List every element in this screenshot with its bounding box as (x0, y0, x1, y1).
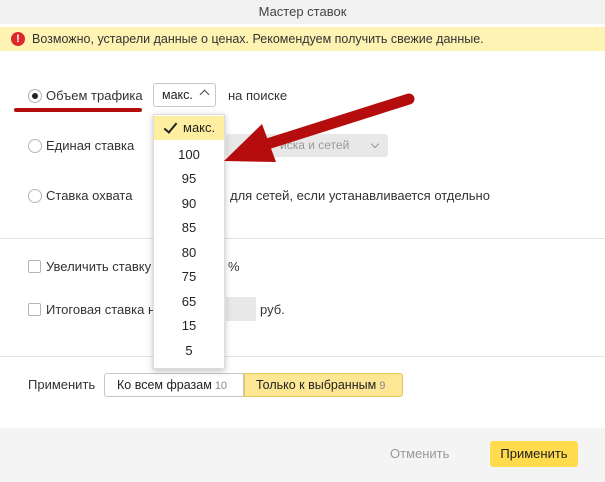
section-divider (0, 356, 605, 357)
traffic-select[interactable]: макс. (153, 83, 216, 107)
section-divider (0, 238, 605, 239)
apply-all-phrases-button[interactable]: Ко всем фразам 10 (104, 373, 244, 397)
stale-data-warning: ! Возможно, устарели данные о ценах. Рек… (0, 27, 605, 51)
single-bid-label[interactable]: Единая ставка (46, 138, 134, 153)
window-title: Мастер ставок (0, 0, 605, 24)
chevron-down-icon (370, 139, 380, 149)
apply-all-count: 10 (214, 380, 228, 392)
apply-all-label: Ко всем фразам (117, 378, 212, 392)
apply-selected-label: Только к выбранным (256, 378, 377, 392)
warning-text: Возможно, устарели данные о ценах. Реком… (32, 32, 484, 46)
total-unit: руб. (260, 302, 285, 317)
single-bid-radio[interactable] (28, 139, 42, 153)
apply-selected-button[interactable]: Только к выбранным 9 (244, 373, 403, 397)
dropdown-option[interactable]: 75 (154, 265, 224, 289)
dropdown-option[interactable]: 65 (154, 290, 224, 314)
coverage-bid-label[interactable]: Ставка охвата (46, 188, 132, 203)
total-input[interactable] (226, 297, 256, 321)
single-bid-scope-value: иска и сетей (280, 138, 350, 152)
traffic-suffix: на поиске (228, 88, 288, 103)
traffic-radio[interactable] (28, 89, 42, 103)
annotation-underline (14, 108, 142, 112)
single-bid-scope-select[interactable]: иска и сетей (226, 134, 388, 157)
exclamation-icon: ! (11, 32, 25, 46)
dropdown-option[interactable]: 100 (154, 143, 224, 167)
apply-button[interactable]: Применить (490, 441, 578, 467)
dropdown-option[interactable]: 5 (154, 339, 224, 363)
coverage-bid-suffix: для сетей, если устанавливается отдельно (230, 188, 490, 203)
cancel-button[interactable]: Отменить (390, 446, 449, 461)
total-checkbox[interactable] (28, 303, 41, 316)
dropdown-option[interactable]: 85 (154, 216, 224, 240)
dropdown-option[interactable]: 90 (154, 192, 224, 216)
apply-to-label: Применить (28, 377, 96, 392)
dropdown-option[interactable]: 80 (154, 241, 224, 265)
chevron-up-icon (199, 89, 210, 100)
checkmark-icon (163, 119, 178, 134)
dropdown-option[interactable]: 95 (154, 167, 224, 191)
coverage-bid-radio[interactable] (28, 189, 42, 203)
increase-unit: % (228, 259, 240, 274)
increase-checkbox[interactable] (28, 260, 41, 273)
traffic-dropdown-list: макс. 100 95 90 85 80 75 65 15 5 (153, 114, 225, 369)
dropdown-option[interactable]: макс. (154, 116, 224, 140)
total-label[interactable]: Итоговая ставка н (46, 302, 155, 317)
dropdown-option-label: макс. (183, 120, 216, 135)
apply-selected-count: 9 (379, 380, 386, 392)
annotation-arrow-icon (224, 93, 415, 162)
dropdown-option[interactable]: 15 (154, 314, 224, 338)
traffic-label[interactable]: Объем трафика (46, 88, 143, 103)
increase-label[interactable]: Увеличить ставку (46, 259, 151, 274)
traffic-select-value: макс. (162, 88, 193, 102)
